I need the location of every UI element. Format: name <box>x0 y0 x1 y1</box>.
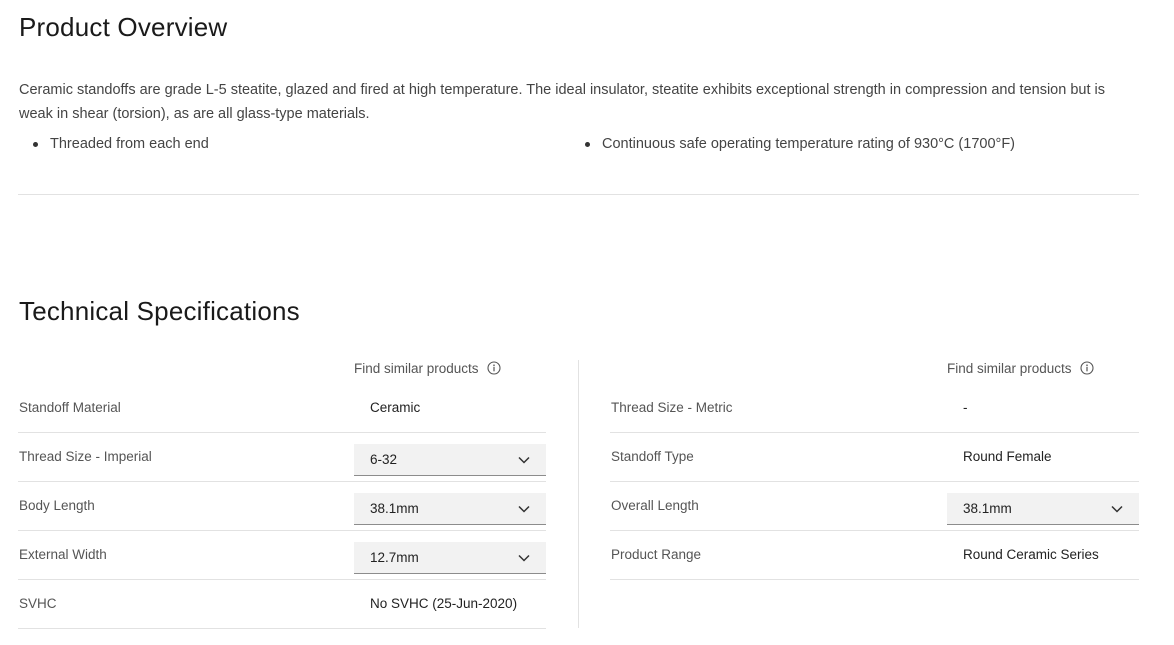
section-divider <box>18 194 1139 195</box>
bullet-dot-icon <box>33 141 38 147</box>
spec-table-left: Standoff Material Ceramic Thread Size - … <box>18 384 546 629</box>
info-circle-icon[interactable] <box>486 361 501 375</box>
spec-row-standoff-material: Standoff Material Ceramic <box>18 384 546 433</box>
spec-label: Body Length <box>19 498 95 513</box>
spec-row-thread-size-metric: Thread Size - Metric - <box>610 384 1139 433</box>
chevron-down-icon <box>518 456 530 464</box>
spec-label: Thread Size - Metric <box>611 400 733 415</box>
product-overview-title: Product Overview <box>19 12 228 42</box>
spec-value: Ceramic <box>370 400 421 415</box>
spec-row-svhc: SVHC No SVHC (25-Jun-2020) <box>18 580 546 629</box>
find-similar-products-right[interactable]: Find similar products <box>947 359 1094 377</box>
overview-bullet: Continuous safe operating temperature ra… <box>585 134 1015 154</box>
spec-table-right: Thread Size - Metric - Standoff Type Rou… <box>610 384 1139 580</box>
spec-label: Thread Size - Imperial <box>19 449 152 464</box>
spec-label: Standoff Material <box>19 400 121 415</box>
find-similar-label: Find similar products <box>947 360 1072 376</box>
select-value: 38.1mm <box>370 501 419 516</box>
select-value: 12.7mm <box>370 550 419 565</box>
find-similar-products-left[interactable]: Find similar products <box>354 359 501 377</box>
overview-bullet: Threaded from each end <box>33 134 209 154</box>
spec-row-overall-length: Overall Length 38.1mm <box>610 482 1139 531</box>
spec-label: SVHC <box>19 596 57 611</box>
info-circle-icon[interactable] <box>1079 361 1094 375</box>
product-description: Ceramic standoffs are grade L-5 steatite… <box>19 82 1105 122</box>
spec-label: Product Range <box>611 547 702 562</box>
spec-label: Overall Length <box>611 498 699 513</box>
thread-size-imperial-select[interactable]: 6-32 <box>354 444 546 476</box>
spec-row-thread-size-imperial: Thread Size - Imperial 6-32 <box>18 433 546 482</box>
bullet-text: Continuous safe operating temperature ra… <box>602 136 1016 152</box>
bullet-dot-icon <box>585 141 590 147</box>
spec-row-external-width: External Width 12.7mm <box>18 531 546 580</box>
body-length-select[interactable]: 38.1mm <box>354 493 546 525</box>
column-divider <box>578 360 579 628</box>
chevron-down-icon <box>518 505 530 513</box>
spec-row-body-length: Body Length 38.1mm <box>18 482 546 531</box>
overall-length-select[interactable]: 38.1mm <box>947 493 1139 525</box>
spec-row-product-range: Product Range Round Ceramic Series <box>610 531 1139 580</box>
spec-label: External Width <box>19 547 107 562</box>
spec-value: No SVHC (25-Jun-2020) <box>370 596 518 611</box>
page: Product Overview Ceramic standoffs are g… <box>18 0 1140 645</box>
select-value: 6-32 <box>370 452 398 467</box>
spec-value: Round Ceramic Series <box>963 547 1099 562</box>
chevron-down-icon <box>518 554 530 562</box>
chevron-down-icon <box>1111 505 1123 513</box>
select-value: 38.1mm <box>963 501 1012 516</box>
spec-label: Standoff Type <box>611 449 694 464</box>
spec-value: - <box>963 400 968 415</box>
spec-row-standoff-type: Standoff Type Round Female <box>610 433 1139 482</box>
spec-value: Round Female <box>963 449 1052 464</box>
external-width-select[interactable]: 12.7mm <box>354 542 546 574</box>
technical-specifications-title: Technical Specifications <box>19 296 300 326</box>
bullet-text: Threaded from each end <box>50 136 209 152</box>
find-similar-label: Find similar products <box>354 360 479 376</box>
